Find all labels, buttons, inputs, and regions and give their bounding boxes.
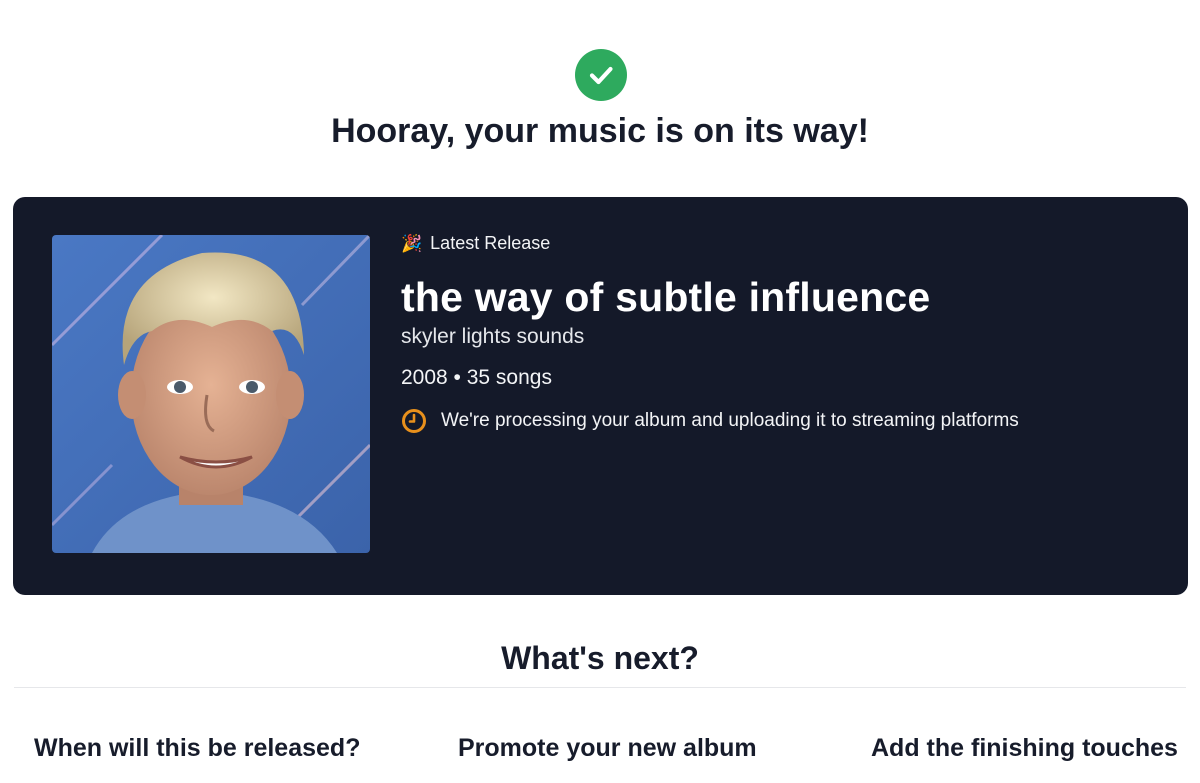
divider xyxy=(14,687,1186,688)
latest-release-tag: 🎉 Latest Release xyxy=(401,233,1019,254)
page-title: Hooray, your music is on its way! xyxy=(331,112,869,150)
album-cover-image[interactable] xyxy=(52,235,370,553)
whats-next-heading: What's next? xyxy=(501,640,699,676)
artist-name[interactable]: skyler lights sounds xyxy=(401,325,1019,349)
clock-icon xyxy=(401,408,427,434)
processing-status-text: We're processing your album and uploadin… xyxy=(441,410,1019,431)
processing-status: We're processing your album and uploadin… xyxy=(401,408,1019,434)
release-card: 🎉 Latest Release the way of subtle influ… xyxy=(13,197,1188,595)
finishing-touches-link[interactable]: Add the finishing touches xyxy=(871,734,1178,763)
party-popper-icon: 🎉 xyxy=(401,234,423,253)
release-info: 🎉 Latest Release the way of subtle influ… xyxy=(401,233,1019,434)
release-meta: 2008 • 35 songs xyxy=(401,366,552,389)
promote-album-link[interactable]: Promote your new album xyxy=(458,734,757,763)
album-title: the way of subtle influence xyxy=(401,274,931,320)
latest-release-label: Latest Release xyxy=(430,233,551,253)
page: Hooray, your music is on its way! 🎉 Late… xyxy=(0,0,1200,783)
check-circle-icon xyxy=(575,49,627,101)
when-released-link[interactable]: When will this be released? xyxy=(34,734,360,763)
